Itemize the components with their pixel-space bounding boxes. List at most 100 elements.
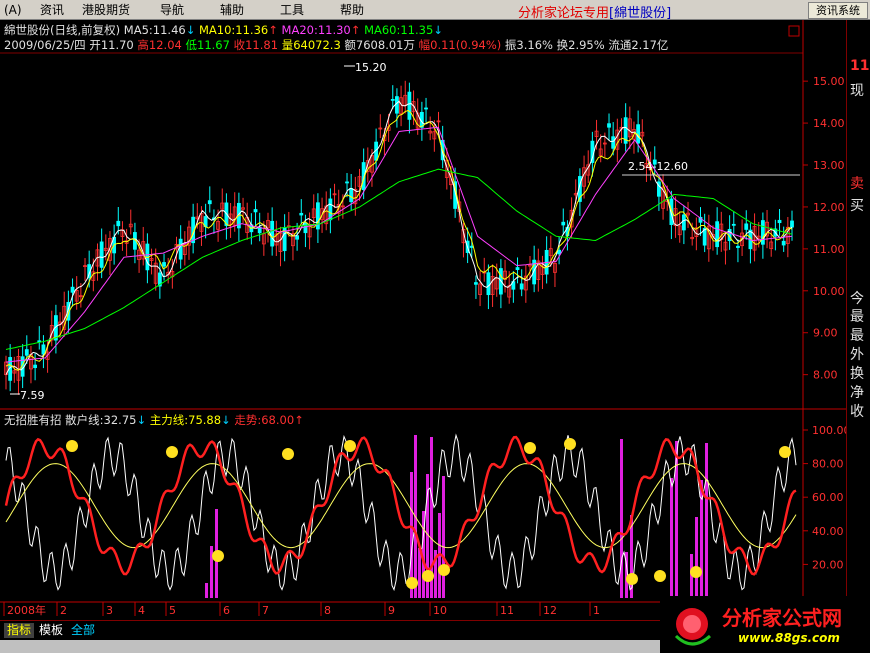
tab-indicator[interactable]: 指标	[4, 623, 35, 638]
right-panel-buy: 买	[850, 198, 864, 214]
main-line-value: 主力线:75.88	[149, 413, 222, 427]
candle-body	[790, 220, 794, 228]
right-panel-income: 收	[850, 404, 864, 420]
candle-body	[777, 219, 782, 224]
candle-body	[781, 240, 786, 246]
candle-body	[33, 364, 38, 369]
price-tick-label: 12.00	[813, 201, 845, 214]
price-tick-label: 10.00	[813, 285, 845, 298]
indicator-bar	[418, 548, 421, 598]
kline-chart[interactable]: 15.00 14.00 13.00 12.00 11.00 10.00 9.00 8.00 2…	[0, 20, 846, 620]
menu-item-hk-futures[interactable]: 港股期货	[82, 3, 130, 17]
smiley-icon	[654, 570, 666, 582]
tab-template[interactable]: 模板	[36, 623, 66, 638]
indicator-bar	[695, 517, 698, 598]
menu-item-assist[interactable]: 辅助	[220, 3, 244, 17]
price-tick-label: 8.00	[813, 369, 838, 382]
indicator-panel	[4, 433, 797, 598]
candle-body	[515, 267, 520, 270]
indicator-bar	[620, 439, 623, 598]
menu-item-news[interactable]: 资讯	[40, 3, 64, 17]
month-label: 2008年	[7, 603, 46, 617]
month-label: 12	[543, 604, 557, 617]
indicator-bar	[705, 443, 708, 598]
month-label: 2	[60, 604, 67, 617]
retail-line-value: 散户线:32.75	[65, 413, 137, 427]
menu-item-navigate[interactable]: 导航	[160, 3, 184, 17]
candle-body	[611, 136, 616, 149]
right-panel-sell: 卖	[850, 176, 864, 192]
candle-body	[270, 220, 275, 247]
month-label: 4	[138, 604, 145, 617]
month-label: 1	[593, 604, 600, 617]
right-panel-outer: 外	[850, 347, 864, 363]
low-mark-label: 7.59	[20, 389, 45, 402]
month-label: 3	[106, 604, 113, 617]
candle-body	[116, 220, 121, 227]
month-label: 10	[433, 604, 447, 617]
indicator-axis: 100.00 80.00 60.00 40.00 20.00	[803, 424, 846, 571]
month-label: 7	[262, 604, 269, 617]
menu-item-a[interactable]: (A)	[4, 3, 22, 17]
right-panel-high: 最	[850, 309, 864, 325]
right-panel-today: 今	[850, 291, 864, 307]
candle-body	[519, 283, 524, 290]
smiley-icon	[344, 440, 356, 452]
candle-body	[345, 181, 349, 184]
ma-line-ma60	[5, 168, 793, 350]
smiley-icon	[422, 570, 434, 582]
indicator-name: 无招胜有招	[4, 413, 62, 427]
brand-stock: [綿世股份]	[609, 6, 672, 21]
candle-body	[557, 249, 562, 255]
candle-body	[303, 222, 308, 234]
candle-body	[607, 123, 611, 128]
tab-all[interactable]: 全部	[68, 623, 98, 638]
ma-line-ma10	[5, 109, 793, 371]
menu-item-help[interactable]: 帮助	[340, 3, 364, 17]
indicator-bar	[205, 583, 208, 598]
right-panel-turnover: 换	[850, 366, 864, 382]
indicator-tick-label: 20.00	[812, 558, 844, 571]
menu-item-tools[interactable]: 工具	[280, 3, 304, 17]
candle-body	[474, 282, 478, 285]
candle-body	[253, 209, 258, 213]
indicator-tick-label: 100.00	[812, 424, 846, 437]
smiley-icon	[406, 577, 418, 589]
info-system-button[interactable]: 资讯系统	[808, 2, 868, 19]
candle-body	[162, 262, 166, 267]
candle-body	[70, 286, 75, 293]
month-label: 6	[223, 604, 230, 617]
indicator-tick-label: 40.00	[812, 525, 844, 538]
price-tick-label: 11.00	[813, 243, 845, 256]
logo-url: www.88gs.com	[738, 631, 840, 645]
price-tick-label: 9.00	[813, 327, 838, 340]
candle-body	[178, 238, 183, 260]
smiley-icon	[524, 442, 536, 454]
candle-body	[99, 241, 104, 268]
candle-body	[349, 188, 354, 203]
candle-body	[207, 200, 212, 205]
smiley-icon	[166, 446, 178, 458]
smiley-icon	[66, 440, 78, 452]
candle-body	[41, 344, 46, 355]
ma-line-ma5	[5, 100, 793, 375]
price-axis: 15.00 14.00 13.00 12.00 11.00 10.00 9.00 8.00	[803, 75, 845, 382]
candle-body	[390, 98, 395, 101]
candle-body	[395, 96, 399, 114]
candle-body	[731, 223, 736, 226]
price-tick-label: 14.00	[813, 117, 845, 130]
candle-body	[316, 202, 320, 230]
smiley-icon	[779, 446, 791, 458]
smiley-icon	[438, 564, 450, 576]
candle-body	[760, 220, 765, 245]
candle-body	[24, 349, 29, 356]
month-axis: 2008年 2 3 4 5 6 7 8 9 10 11 12 1	[3, 602, 600, 617]
candle-body	[424, 107, 428, 110]
indicator-header: 无招胜有招 散户线:32.75↓ 主力线:75.88↓ 走势:68.00↑	[4, 413, 304, 427]
smiley-icon	[690, 566, 702, 578]
menu-bar: (A) 资讯 港股期货 导航 辅助 工具 帮助 分析家论坛专用[綿世股份] 资讯…	[0, 0, 870, 21]
right-panel-low: 最	[850, 328, 864, 344]
month-label: 8	[324, 604, 331, 617]
indicator-tick-label: 80.00	[812, 458, 844, 471]
candle-body	[715, 221, 720, 248]
